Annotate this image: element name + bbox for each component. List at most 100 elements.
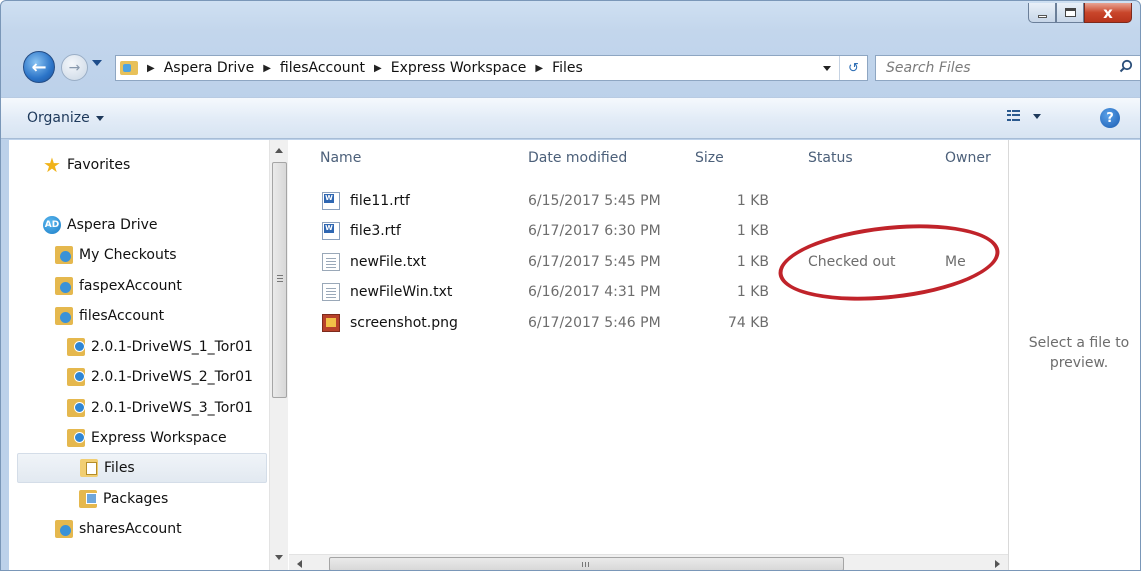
- file-date: 6/17/2017 6:30 PM: [528, 223, 661, 239]
- column-header-date-modified[interactable]: Date modified: [528, 150, 627, 166]
- explorer-window: x ← → ▶ Aspera Drive ▶ filesAccount ▶ Ex…: [0, 0, 1141, 571]
- nav-files[interactable]: Files: [17, 453, 267, 483]
- breadcrumb-chevron-icon[interactable]: ▶: [147, 63, 155, 74]
- breadcrumb-chevron-icon[interactable]: ▶: [535, 63, 543, 74]
- change-view-button[interactable]: [1007, 110, 1041, 122]
- column-header-owner[interactable]: Owner: [945, 150, 991, 166]
- scrollbar-thumb[interactable]: [329, 557, 844, 570]
- files-folder-icon: [80, 459, 98, 477]
- address-bar[interactable]: ▶ Aspera Drive ▶ filesAccount ▶ Express …: [115, 55, 868, 81]
- organize-button[interactable]: Organize: [27, 110, 104, 126]
- table-row[interactable]: newFileWin.txt 6/16/2017 4:31 PM 1 KB: [289, 278, 1008, 308]
- breadcrumb-files[interactable]: Files: [552, 60, 583, 76]
- scrollbar-thumb[interactable]: [272, 162, 287, 398]
- nav-workspace-1[interactable]: 2.0.1-DriveWS_1_Tor01: [67, 332, 253, 362]
- file-name: file3.rtf: [350, 223, 401, 239]
- file-name: screenshot.png: [350, 315, 458, 331]
- file-owner: Me: [945, 254, 966, 270]
- nav-packages[interactable]: Packages: [79, 484, 168, 514]
- rtf-file-icon: [322, 222, 340, 240]
- scroll-down-icon[interactable]: [275, 555, 283, 560]
- nav-item-label: 2.0.1-DriveWS_2_Tor01: [91, 369, 253, 385]
- aspera-drive-icon: AD: [43, 216, 61, 234]
- file-size: 1 KB: [736, 254, 769, 270]
- command-bar: Organize ?: [1, 97, 1140, 139]
- help-icon[interactable]: ?: [1100, 108, 1120, 128]
- nav-item-label: filesAccount: [79, 308, 165, 324]
- nav-item-label: My Checkouts: [79, 247, 177, 263]
- folder-icon: [120, 61, 138, 75]
- forward-arrow-icon: →: [68, 59, 81, 76]
- nav-favorites[interactable]: ★ Favorites: [43, 150, 130, 180]
- address-dropdown-icon[interactable]: [823, 65, 831, 71]
- breadcrumb-aspera-drive[interactable]: Aspera Drive: [164, 60, 254, 76]
- scroll-right-icon[interactable]: [995, 560, 1000, 568]
- nav-workspace-2[interactable]: 2.0.1-DriveWS_2_Tor01: [67, 362, 253, 392]
- account-icon: [55, 307, 73, 325]
- workspace-icon: [67, 429, 85, 447]
- breadcrumb-files-account[interactable]: filesAccount: [280, 60, 365, 76]
- file-name: newFileWin.txt: [350, 284, 453, 300]
- refresh-icon[interactable]: ↺: [839, 56, 867, 80]
- nav-item-label: 2.0.1-DriveWS_3_Tor01: [91, 400, 253, 416]
- address-row: ← → ▶ Aspera Drive ▶ filesAccount ▶ Expr…: [1, 43, 1140, 83]
- nav-shares-account[interactable]: sharesAccount: [55, 514, 182, 544]
- close-icon: x: [1103, 3, 1113, 22]
- maximize-button[interactable]: [1056, 3, 1084, 23]
- star-icon: ★: [43, 153, 61, 177]
- breadcrumb-chevron-icon[interactable]: ▶: [263, 63, 271, 74]
- table-row[interactable]: newFile.txt 6/17/2017 5:45 PM 1 KB Check…: [289, 248, 1008, 278]
- nav-express-workspace[interactable]: Express Workspace: [67, 423, 227, 453]
- back-arrow-icon: ←: [31, 56, 47, 78]
- grip-icon: [582, 562, 583, 567]
- nav-aspera-drive[interactable]: AD Aspera Drive: [43, 210, 157, 240]
- search-input[interactable]: [886, 60, 1116, 76]
- file-list-horizontal-scrollbar[interactable]: [289, 554, 1008, 570]
- table-row[interactable]: file3.rtf 6/17/2017 6:30 PM 1 KB: [289, 217, 1008, 247]
- nav-item-label: faspexAccount: [79, 278, 182, 294]
- breadcrumb-chevron-icon[interactable]: ▶: [374, 63, 382, 74]
- nav-files-account[interactable]: filesAccount: [55, 301, 164, 331]
- grip-icon: [277, 275, 283, 276]
- image-file-icon: [322, 314, 340, 332]
- scroll-left-icon[interactable]: [297, 560, 302, 568]
- address-controls: ↺: [823, 56, 867, 80]
- preview-message: Select a file to preview.: [1028, 335, 1130, 371]
- scroll-up-icon[interactable]: [275, 148, 283, 153]
- content-area: ★ Favorites AD Aspera Drive My Checkouts…: [9, 140, 1140, 570]
- table-row[interactable]: screenshot.png 6/17/2017 5:46 PM 74 KB: [289, 309, 1008, 339]
- nav-workspace-3[interactable]: 2.0.1-DriveWS_3_Tor01: [67, 393, 253, 423]
- maximize-icon: [1064, 8, 1076, 17]
- nav-item-label: Express Workspace: [91, 430, 227, 446]
- forward-button[interactable]: →: [61, 54, 88, 81]
- file-date: 6/16/2017 4:31 PM: [528, 284, 661, 300]
- table-row[interactable]: file11.rtf 6/15/2017 5:45 PM 1 KB: [289, 187, 1008, 217]
- file-date: 6/15/2017 5:45 PM: [528, 193, 661, 209]
- back-button[interactable]: ←: [23, 51, 55, 83]
- chevron-down-icon: [95, 115, 104, 121]
- navigation-pane[interactable]: ★ Favorites AD Aspera Drive My Checkouts…: [9, 140, 269, 570]
- nav-item-label: sharesAccount: [79, 521, 182, 537]
- column-header-size[interactable]: Size: [695, 150, 724, 166]
- close-button[interactable]: x: [1084, 3, 1132, 23]
- minimize-icon: [1037, 14, 1047, 18]
- breadcrumb-express-workspace[interactable]: Express Workspace: [391, 60, 527, 76]
- file-list[interactable]: Name Date modified Size Status Owner fil…: [289, 140, 1008, 570]
- file-name: newFile.txt: [350, 254, 427, 270]
- nav-item-label: Favorites: [67, 157, 131, 173]
- workspace-icon: [67, 399, 85, 417]
- file-status: Checked out: [808, 254, 896, 270]
- file-name: file11.rtf: [350, 193, 410, 209]
- recent-pages-dropdown[interactable]: [92, 60, 102, 66]
- search-icon[interactable]: [1119, 59, 1133, 73]
- nav-item-label: Packages: [103, 491, 169, 507]
- packages-icon: [79, 490, 97, 508]
- search-box[interactable]: [875, 55, 1140, 81]
- column-header-name[interactable]: Name: [320, 150, 361, 166]
- nav-faspex-account[interactable]: faspexAccount: [55, 271, 182, 301]
- nav-item-label: Files: [104, 460, 135, 476]
- column-header-status[interactable]: Status: [808, 150, 853, 166]
- nav-my-checkouts[interactable]: My Checkouts: [55, 240, 177, 270]
- minimize-button[interactable]: [1028, 3, 1056, 23]
- nav-pane-scrollbar[interactable]: [269, 140, 288, 570]
